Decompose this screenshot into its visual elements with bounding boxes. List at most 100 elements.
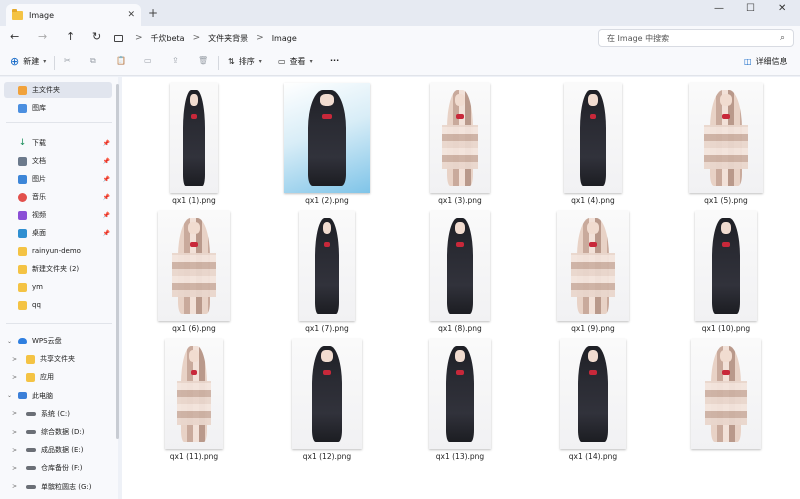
chevron-icon[interactable]: > bbox=[12, 410, 17, 417]
refresh-button[interactable]: ↻ bbox=[92, 30, 101, 43]
pin-icon[interactable]: 📌 bbox=[103, 176, 110, 183]
chevron-icon[interactable]: ⌄ bbox=[7, 338, 12, 345]
new-button[interactable]: ⊕ 新建 ▾ bbox=[10, 56, 46, 67]
sidebar-tree-item[interactable]: > 成品数据 (E:) bbox=[4, 442, 112, 458]
sort-button[interactable]: ⇅ 排序 ▾ bbox=[228, 56, 262, 67]
sidebar-item-pinned[interactable]: 图片 📌 bbox=[4, 171, 112, 187]
sidebar-item-pinned[interactable]: 文档 📌 bbox=[4, 153, 112, 169]
file-name[interactable]: qx1 (14).png bbox=[533, 452, 653, 461]
file-thumbnail[interactable] bbox=[560, 339, 626, 449]
details-button[interactable]: ◫ 详细信息 bbox=[744, 56, 788, 67]
back-button[interactable]: ← bbox=[10, 30, 19, 43]
sidebar-item-pinned[interactable]: 音乐 📌 bbox=[4, 189, 112, 205]
more-options-button[interactable]: ··· bbox=[330, 56, 339, 65]
sidebar-tree-item[interactable]: > 单髌粒圆志 (G:) bbox=[4, 479, 112, 495]
file-thumbnail[interactable] bbox=[429, 339, 491, 449]
pin-icon[interactable]: 📌 bbox=[103, 194, 110, 201]
minimize-button[interactable]: — bbox=[714, 3, 724, 14]
delete-icon[interactable]: 🗑 bbox=[198, 56, 208, 65]
file-name[interactable]: qx1 (8).png bbox=[400, 324, 520, 333]
pin-icon[interactable]: 📌 bbox=[103, 140, 110, 147]
new-tab-button[interactable]: + bbox=[148, 6, 158, 20]
sidebar-item-quick[interactable]: 图库 bbox=[4, 100, 112, 116]
file-thumbnail[interactable] bbox=[284, 83, 370, 193]
chevron-icon[interactable]: > bbox=[12, 356, 17, 363]
sidebar-scrollbar[interactable] bbox=[116, 84, 119, 439]
file-thumbnail[interactable] bbox=[158, 211, 230, 321]
sidebar-tree-item[interactable]: ⌄ WPS云盘 bbox=[4, 333, 112, 349]
file-name[interactable]: qx1 (9).png bbox=[533, 324, 653, 333]
file-thumbnail[interactable] bbox=[689, 83, 763, 193]
share-icon[interactable]: ⇪ bbox=[172, 56, 179, 65]
video-icon bbox=[18, 210, 27, 220]
sidebar-item-label: 音乐 bbox=[32, 193, 46, 201]
file-name[interactable]: qx1 (5).png bbox=[666, 196, 786, 205]
file-thumbnail[interactable] bbox=[564, 83, 622, 193]
breadcrumb-item[interactable]: Image bbox=[272, 34, 297, 43]
chevron-icon[interactable]: > bbox=[12, 465, 17, 472]
file-name[interactable]: qx1 (1).png bbox=[134, 196, 254, 205]
breadcrumb-item[interactable]: 文件夹背景 bbox=[208, 33, 248, 44]
breadcrumb-item[interactable]: 千炊beta bbox=[151, 33, 185, 44]
chevron-icon[interactable]: ⌄ bbox=[7, 392, 12, 399]
sidebar-tree-item[interactable]: > 应用 bbox=[4, 369, 112, 385]
chevron-icon[interactable]: > bbox=[12, 429, 17, 436]
pin-icon[interactable]: 📌 bbox=[103, 158, 110, 165]
rename-icon[interactable]: ▭ bbox=[144, 56, 152, 65]
sidebar-tree-item[interactable]: > 系统 (C:) bbox=[4, 406, 112, 422]
view-button[interactable]: ▭ 查看 ▾ bbox=[278, 56, 313, 67]
sidebar-item-pinned[interactable]: ym bbox=[4, 279, 112, 295]
chevron-icon[interactable]: > bbox=[12, 447, 17, 454]
close-window-button[interactable]: ✕ bbox=[778, 3, 786, 14]
search-placeholder: 在 Image 中搜索 bbox=[607, 33, 670, 43]
chevron-icon[interactable]: > bbox=[12, 374, 17, 381]
sidebar-item-pinned[interactable]: qq bbox=[4, 297, 112, 313]
ribbon-shape bbox=[721, 369, 731, 376]
folder-icon bbox=[18, 300, 27, 310]
file-name[interactable]: qx1 (13).png bbox=[400, 452, 520, 461]
file-thumbnail[interactable] bbox=[165, 339, 223, 449]
pin-icon[interactable]: 📌 bbox=[103, 230, 110, 237]
forward-button[interactable]: → bbox=[38, 30, 47, 43]
file-name[interactable]: qx1 (3).png bbox=[400, 196, 520, 205]
sidebar-tree-item[interactable]: > 综合数据 (D:) bbox=[4, 424, 112, 440]
cut-icon[interactable]: ✂ bbox=[64, 56, 71, 65]
sidebar-tree-item[interactable]: ⌄ 此电脑 bbox=[4, 388, 112, 404]
sidebar-item-pinned[interactable]: 视频 📌 bbox=[4, 207, 112, 223]
file-name[interactable]: qx1 (4).png bbox=[533, 196, 653, 205]
tab-image[interactable]: Image ✕ bbox=[6, 4, 141, 26]
chevron-icon[interactable]: > bbox=[12, 483, 17, 490]
file-thumbnail[interactable] bbox=[557, 211, 629, 321]
sidebar-item-pinned[interactable]: 桌面 📌 bbox=[4, 225, 112, 241]
file-thumbnail[interactable] bbox=[292, 339, 362, 449]
file-name[interactable]: qx1 (7).png bbox=[267, 324, 387, 333]
sidebar-item-quick[interactable]: 主文件夹 bbox=[4, 82, 112, 98]
copy-icon[interactable]: ⧉ bbox=[90, 56, 96, 66]
file-name[interactable]: qx1 (6).png bbox=[134, 324, 254, 333]
file-name[interactable]: qx1 (2).png bbox=[267, 196, 387, 205]
file-thumbnail[interactable] bbox=[695, 211, 757, 321]
maximize-button[interactable]: ☐ bbox=[746, 3, 755, 14]
paste-icon[interactable]: 📋 bbox=[116, 56, 126, 65]
file-name[interactable]: qx1 (12).png bbox=[267, 452, 387, 461]
face-shape bbox=[721, 222, 731, 235]
pin-icon[interactable]: 📌 bbox=[103, 212, 110, 219]
file-name[interactable]: qx1 (11).png bbox=[134, 452, 254, 461]
sidebar-item-pinned[interactable]: ↓ 下载 📌 bbox=[4, 135, 112, 151]
sidebar-tree-item[interactable]: > 仓库备份 (F:) bbox=[4, 460, 112, 476]
up-button[interactable]: ↑ bbox=[66, 30, 75, 43]
sidebar-item-pinned[interactable]: rainyun-demo bbox=[4, 243, 112, 259]
file-name[interactable]: qx1 (10).png bbox=[666, 324, 786, 333]
details-label: 详细信息 bbox=[755, 57, 788, 66]
file-thumbnail[interactable] bbox=[691, 339, 761, 449]
search-input[interactable]: 在 Image 中搜索 ⌕ bbox=[598, 29, 794, 47]
sidebar-item-label: 共享文件夹 bbox=[40, 355, 75, 364]
breadcrumb[interactable]: > 千炊beta > 文件夹背景 > Image bbox=[114, 29, 588, 47]
file-thumbnail[interactable] bbox=[430, 211, 490, 321]
file-thumbnail[interactable] bbox=[299, 211, 355, 321]
sidebar-item-pinned[interactable]: 新建文件夹 (2) bbox=[4, 261, 112, 277]
file-thumbnail[interactable] bbox=[170, 83, 218, 193]
sidebar-tree-item[interactable]: > 共享文件夹 bbox=[4, 351, 112, 367]
tab-close-button[interactable]: ✕ bbox=[127, 10, 135, 20]
file-thumbnail[interactable] bbox=[430, 83, 490, 193]
